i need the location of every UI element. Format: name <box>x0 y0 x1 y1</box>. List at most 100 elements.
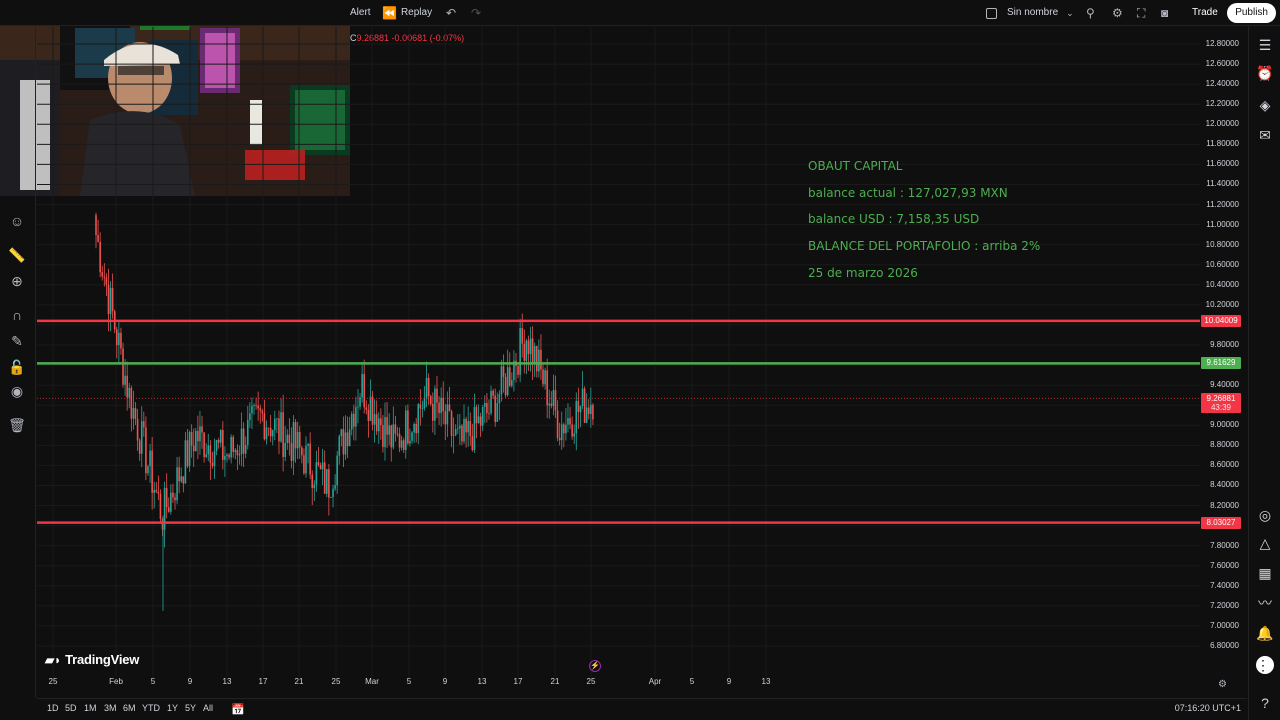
range-button-all[interactable]: All <box>203 703 213 713</box>
lock-drawing-icon[interactable]: ✎ <box>8 332 26 350</box>
price-axis-label: 8.20000 <box>1210 500 1239 510</box>
candle-body <box>101 272 104 277</box>
undo-button[interactable]: ↶ <box>446 0 456 26</box>
price-axis-label: 8.60000 <box>1210 460 1239 470</box>
ruler-icon[interactable]: 📏 <box>8 246 26 264</box>
lock-icon[interactable]: 🔓 <box>8 358 26 376</box>
magnet-icon[interactable]: ∩ <box>8 306 26 324</box>
candle-body <box>298 432 301 448</box>
candle-body <box>190 432 193 446</box>
price-axis-label: 11.80000 <box>1206 139 1239 149</box>
candle-body <box>201 426 203 433</box>
redo-button[interactable]: ↷ <box>471 0 481 26</box>
replay-button[interactable]: ⏪ Replay <box>382 0 432 26</box>
candle-body <box>388 425 390 435</box>
fullscreen-button[interactable]: ⛶ <box>1137 0 1145 26</box>
candle-body <box>540 349 542 370</box>
info-title: OBAUT CAPITAL <box>808 159 903 173</box>
time-axis-label: 17 <box>258 677 268 686</box>
price-axis[interactable]: 12.80000 12.60000 12.40000 12.20000 12.00000… <box>1200 27 1247 677</box>
candle-body <box>282 412 284 458</box>
axis-settings-icon[interactable]: ⚙ <box>1218 679 1227 690</box>
candle-body <box>140 421 143 454</box>
zoom-in-icon[interactable]: ⊕ <box>8 272 26 290</box>
event-marker-icon[interactable]: ⚡ <box>589 660 601 672</box>
candle-body <box>99 241 101 273</box>
layers-icon[interactable]: ◈ <box>1256 96 1274 114</box>
candle-body <box>259 408 262 411</box>
range-button-1y[interactable]: 1Y <box>167 703 178 713</box>
price-chart[interactable] <box>37 27 1200 677</box>
candle-body <box>407 410 409 444</box>
range-button-6m[interactable]: 6M <box>123 703 136 713</box>
range-button-1d[interactable]: 1D <box>47 703 59 713</box>
apps-grid-icon[interactable]: ⋮⋮ <box>1256 656 1280 674</box>
candle-body <box>498 394 501 404</box>
candle-body <box>311 474 314 488</box>
layout-selector[interactable]: Sin nombre ⌄ <box>986 0 1074 26</box>
candle-body <box>398 434 401 448</box>
candle-body <box>128 387 131 398</box>
bell-icon[interactable]: 🔔 <box>1256 624 1274 642</box>
candle-body <box>544 370 546 385</box>
alert-button[interactable]: Alert <box>350 0 371 26</box>
candle-body <box>153 489 156 493</box>
time-axis[interactable]: 25 Feb 5 9 13 17 21 25 Mar 5 9 13 17 21 25 Apr 5 9 13 <box>37 677 1200 691</box>
candle-body <box>224 455 226 460</box>
help-icon[interactable]: ? <box>1256 694 1274 712</box>
candle-body <box>232 436 235 452</box>
range-button-5d[interactable]: 5D <box>65 703 77 713</box>
calendar-sidebar-icon[interactable]: ▦ <box>1256 564 1274 582</box>
candle-body <box>419 404 422 409</box>
chart-pane[interactable] <box>37 27 1200 677</box>
candle-body <box>230 436 232 458</box>
candle-body <box>519 328 521 375</box>
settings-button[interactable]: ⚙ <box>1112 0 1123 26</box>
chat-icon[interactable]: ✉ <box>1256 126 1274 144</box>
chevron-down-icon: ⌄ <box>1066 8 1074 18</box>
candle-body <box>471 436 474 451</box>
trash-icon[interactable]: 🗑 <box>8 416 26 434</box>
range-button-5y[interactable]: 5Y <box>185 703 196 713</box>
candle-body <box>415 423 417 434</box>
calendar-icon[interactable]: 📅 <box>231 703 245 716</box>
candle-body <box>107 284 110 315</box>
alarm-clock-icon[interactable]: ⏰ <box>1256 64 1274 82</box>
eye-icon[interactable]: ◉ <box>8 382 26 400</box>
publish-button[interactable]: Publish <box>1227 3 1276 23</box>
candle-body <box>494 395 496 422</box>
time-axis-label: 25 <box>586 677 596 686</box>
snapshot-button[interactable]: ◙ <box>1161 0 1168 26</box>
quick-search-button[interactable]: ⚲ <box>1086 0 1095 26</box>
range-button-1m[interactable]: 1M <box>84 703 97 713</box>
range-button-3m[interactable]: 3M <box>104 703 117 713</box>
time-axis-label: 25 <box>48 677 58 686</box>
price-axis-label: 10.20000 <box>1205 299 1239 309</box>
range-button-ytd[interactable]: YTD <box>142 703 160 713</box>
candle-body <box>315 462 318 485</box>
emoji-icon[interactable]: ☺ <box>8 212 26 230</box>
candle-body <box>120 332 122 349</box>
candle-body <box>425 377 428 398</box>
triangle-icon[interactable]: △ <box>1256 534 1274 552</box>
alert-label: Alert <box>350 7 371 18</box>
target-icon[interactable]: ◎ <box>1256 506 1274 524</box>
candle-body <box>350 413 353 430</box>
candle-body <box>334 485 336 489</box>
candle-body <box>394 424 397 434</box>
trade-button[interactable]: Trade <box>1186 3 1224 23</box>
feed-icon[interactable]: 〰 <box>1256 594 1274 612</box>
candle-body <box>359 397 361 407</box>
candle-body <box>592 404 594 420</box>
candle-body <box>565 424 567 434</box>
candle-body <box>255 405 257 406</box>
layout-name: Sin nombre <box>1007 7 1059 18</box>
clock[interactable]: 07:16:20 UTC+1 <box>1175 703 1241 713</box>
watchlist-icon[interactable]: ☰ <box>1256 36 1274 54</box>
time-axis-label: 13 <box>761 677 771 686</box>
candle-body <box>151 450 153 493</box>
candle-body <box>184 440 187 484</box>
candle-body <box>409 440 411 444</box>
candle-body <box>174 497 176 501</box>
candle-body <box>448 404 451 412</box>
